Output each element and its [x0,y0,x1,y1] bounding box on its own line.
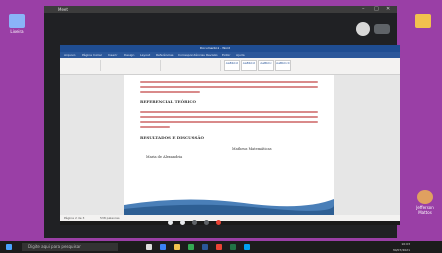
document-page[interactable]: REFERENCIAL TEÓRICO RESULTADOS E DISCUSS… [124,75,334,215]
heading-referencial: REFERENCIAL TEÓRICO [140,99,197,104]
edge-icon[interactable] [160,244,166,250]
explorer-icon[interactable] [174,244,180,250]
meet-title: Meet [58,7,68,12]
ribbon: AaBbCcI AaBbCcI AaBbCc AaBbCcC [60,58,400,75]
meet-app-icon[interactable] [244,244,250,250]
font-group[interactable] [102,60,161,71]
word-icon[interactable] [202,244,208,250]
style-titulo1[interactable]: AaBbCc [258,60,274,71]
paragraph-group[interactable] [162,60,221,71]
text-line [140,121,318,123]
chrome-icon[interactable] [188,244,194,250]
search-input[interactable]: Digite aqui para pesquisar [22,243,118,251]
camera-button[interactable] [180,220,185,225]
style-titulo2[interactable]: AaBbCcC [275,60,291,71]
text-line [140,91,200,93]
captions-button[interactable] [192,220,197,225]
participant-options-button[interactable] [374,24,390,34]
present-button[interactable] [204,220,209,225]
style-normal[interactable]: AaBbCcI [224,60,240,71]
task-view-icon[interactable] [146,244,152,250]
heading-resultados: RESULTADOS E DISCUSSÃO [140,135,204,140]
app-icon[interactable] [216,244,222,250]
style-sem-espaco[interactable]: AaBbCcI [241,60,257,71]
shared-screen: Documento1 - Word Arquivo Página Inicial… [60,45,400,225]
start-icon[interactable] [6,244,12,250]
user-folder-label: Jefferson Mattos [416,205,434,215]
folder-icon[interactable] [412,14,434,44]
recycle-bin-icon[interactable]: Lixeira [6,14,28,44]
word-title: Documento1 - Word [200,46,230,50]
editing-group[interactable] [360,60,396,71]
document-area: REFERENCIAL TEÓRICO RESULTADOS E DISCUSS… [60,75,400,215]
taskbar: Digite aqui para pesquisar 10:03 30/07/2… [0,241,442,253]
close-button[interactable]: ✕ [386,6,390,13]
avatar[interactable] [356,22,370,36]
leave-call-button[interactable] [216,220,221,225]
minimize-button[interactable]: – [362,6,365,13]
excel-icon[interactable] [230,244,236,250]
mic-button[interactable] [168,220,173,225]
word-titlebar: Documento1 - Word [60,45,400,52]
text-line [140,81,318,83]
clipboard-group[interactable] [62,60,101,71]
text-line [140,116,318,118]
text-line [140,86,318,88]
clock-date[interactable]: 30/07/2021 [380,247,410,253]
recycle-bin-label: Lixeira [10,29,24,34]
meet-titlebar: Meet – □ ✕ [44,6,397,13]
maximize-button[interactable]: □ [374,6,379,13]
text-line [140,111,318,113]
shared-taskbar [60,221,400,225]
table-cell-2: Matheus Matemáticas [232,147,272,151]
table-cell-1: Maria de Alexandria [146,155,183,159]
page-footer-wave [124,199,334,215]
text-line [140,126,170,128]
user-folder-icon[interactable]: Jefferson Mattos [414,190,436,220]
